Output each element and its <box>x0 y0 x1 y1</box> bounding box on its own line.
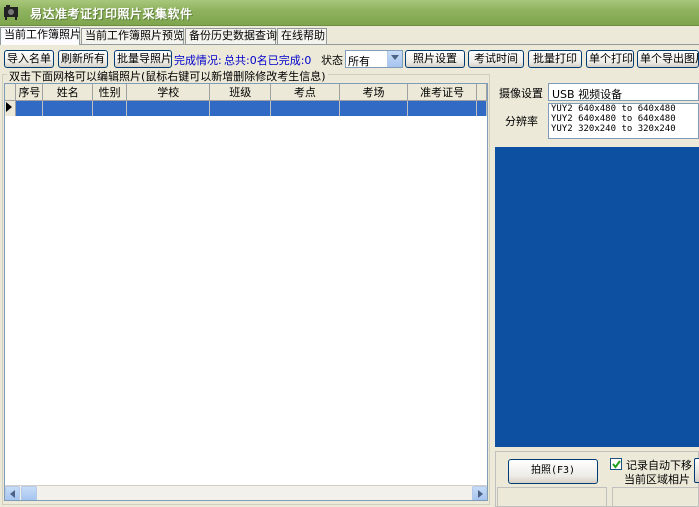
table-cell[interactable] <box>476 100 487 116</box>
auto-move-checkbox[interactable] <box>610 458 622 470</box>
camera-device-label: 摄像设置 <box>499 87 543 100</box>
single-print-button[interactable]: 单个打印 <box>586 50 634 68</box>
resolution-list[interactable]: YUY2 640x480 to 640x480 YUY2 640x480 to … <box>548 103 699 139</box>
column-header-class[interactable]: 班级 <box>209 84 272 101</box>
column-header-school[interactable]: 学校 <box>126 84 211 101</box>
tab-online-help[interactable]: 在线帮助 <box>277 28 327 44</box>
row-indicator-header <box>5 84 17 101</box>
refresh-all-button[interactable]: 刷新所有 <box>58 50 108 68</box>
resolution-option[interactable]: YUY2 320x240 to 320x240 <box>549 124 698 134</box>
camera-app-icon <box>4 5 18 20</box>
column-header-gender[interactable]: 性别 <box>92 84 128 101</box>
state-select-value: 所有 <box>348 55 370 68</box>
window-title: 易达准考证打印照片采集软件 <box>30 7 193 21</box>
status-panel-left <box>497 487 607 507</box>
progress-label: 完成情况: <box>174 54 222 67</box>
column-header-exam-room[interactable]: 考场 <box>339 84 409 101</box>
tab-divider <box>0 44 699 45</box>
current-row-indicator-icon <box>5 100 17 116</box>
batch-import-photos-button[interactable]: 批量导照片 <box>114 50 172 68</box>
state-label: 状态 <box>321 54 343 67</box>
title-bar: 易达准考证打印照片采集软件 <box>0 0 699 26</box>
column-header-no[interactable]: 序号 <box>15 84 44 101</box>
import-list-button[interactable]: 导入名单 <box>4 50 54 68</box>
chevron-down-icon[interactable] <box>387 51 402 67</box>
tab-history-query[interactable]: 备份历史数据查询 <box>185 28 277 44</box>
horizontal-scrollbar[interactable] <box>5 485 487 500</box>
capture-photo-button[interactable]: 拍照(F3) <box>508 459 598 484</box>
column-header-ticket-no[interactable]: 准考证号 <box>407 84 477 101</box>
column-header-more <box>476 84 487 101</box>
single-export-button[interactable]: 单个导出图片 <box>637 50 699 68</box>
table-cell[interactable] <box>92 100 128 116</box>
resolution-label: 分辨率 <box>505 115 538 128</box>
camera-panel: 摄像设置 USB 视频设备 分辨率 YUY2 640x480 to 640x48… <box>493 74 699 507</box>
progress-value: 总共:0名已完成:0 <box>224 54 312 67</box>
camera-device-value: USB 视频设备 <box>552 88 623 101</box>
photo-settings-button[interactable]: 照片设置 <box>405 50 465 68</box>
table-cell[interactable] <box>339 100 409 116</box>
camera-device-select[interactable]: USB 视频设备 <box>548 83 699 101</box>
batch-print-button[interactable]: 批量打印 <box>528 50 582 68</box>
state-select[interactable]: 所有 <box>345 50 403 68</box>
table-cell[interactable] <box>407 100 477 116</box>
resolution-option[interactable]: YUY2 640x480 to 640x480 <box>549 104 698 114</box>
status-panel-right <box>612 487 699 507</box>
grid-header-row: 序号 姓名 性别 学校 班级 考点 考场 准考证号 <box>5 84 487 101</box>
table-row[interactable] <box>5 100 487 116</box>
scroll-left-icon[interactable] <box>5 486 20 500</box>
table-cell[interactable] <box>209 100 272 116</box>
current-area-label: 当前区域相片 <box>624 473 690 486</box>
students-grid[interactable]: 序号 姓名 性别 学校 班级 考点 考场 准考证号 <box>4 83 488 501</box>
resolution-option[interactable]: YUY2 640x480 to 640x480 <box>549 114 698 124</box>
scroll-right-icon[interactable] <box>472 486 487 500</box>
column-header-name[interactable]: 姓名 <box>42 84 94 101</box>
table-cell[interactable] <box>15 100 44 116</box>
exam-time-button[interactable]: 考试时间 <box>468 50 524 68</box>
tab-current-preview[interactable]: 当前工作簿照片预览 <box>81 28 184 44</box>
camera-preview <box>495 147 699 447</box>
table-cell[interactable] <box>126 100 211 116</box>
tab-strip: 当前工作簿照片 当前工作簿照片预览 备份历史数据查询 在线帮助 <box>0 27 699 45</box>
tab-current-photos[interactable]: 当前工作簿照片 <box>0 27 81 45</box>
table-cell[interactable] <box>42 100 94 116</box>
side-mini-button[interactable] <box>694 458 699 483</box>
column-header-exam-site[interactable]: 考点 <box>270 84 340 101</box>
check-icon <box>612 460 621 469</box>
scroll-thumb[interactable] <box>21 486 37 500</box>
table-cell[interactable] <box>270 100 340 116</box>
grid-hint: 双击下面网格可以编辑照片(鼠标右键可以新增删除修改考生信息) <box>7 68 328 84</box>
